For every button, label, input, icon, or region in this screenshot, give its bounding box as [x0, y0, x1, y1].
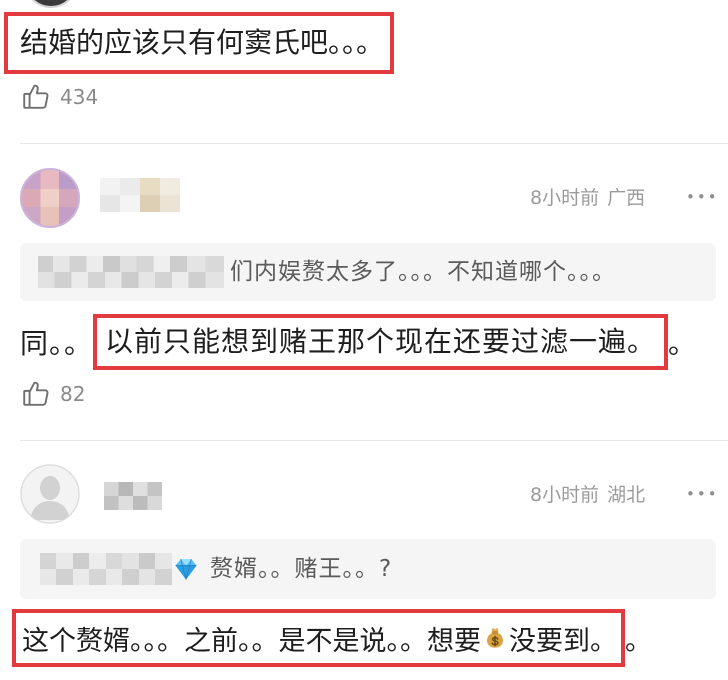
comment-meta: 8小时前 湖北: [530, 481, 645, 509]
comment-location: 湖北: [607, 484, 646, 506]
comment-item: 结婚的应该只有何窦氏吧。。。 434: [0, 0, 728, 143]
commenter-avatar[interactable]: [24, 0, 78, 8]
comment-body: 这个赘婿。。。之前。。是不是说。。想要 没要到。 。: [12, 609, 652, 667]
quoted-text: 赘婿。。赌王。。?: [210, 556, 393, 582]
comment-item: 8小时前 广西 ••• 们内娱赘太多了。。。不知道哪个。。。 同。。 以前只能想到…: [0, 144, 728, 440]
comment-text: 这个赘婿。。。之前。。是不是说。。想要: [22, 625, 481, 657]
blurred-username[interactable]: [100, 178, 180, 212]
highlighted-comment-text: 这个赘婿。。。之前。。是不是说。。想要 没要到。: [12, 609, 625, 667]
like-button[interactable]: [21, 81, 51, 111]
quoted-reply: 赘婿。。赌王。。?: [20, 539, 716, 599]
blurred-quoted-username: [38, 256, 224, 288]
comment-text: 。: [625, 625, 652, 657]
comment-text: 同。。: [20, 327, 94, 360]
comment-body: 同。。 以前只能想到赌王那个现在还要过滤一遍。 。: [20, 314, 697, 370]
comment-time: 8小时前: [530, 484, 600, 506]
blurred-username[interactable]: [104, 482, 162, 510]
more-dots-icon[interactable]: •••: [686, 480, 719, 508]
comment-location: 广西: [607, 187, 646, 209]
comment-item: 8小时前 湖北 ••• 赘婿。。赌王。。? 这个赘婿。。。之前。。是不是说。。想要…: [0, 441, 728, 680]
highlighted-comment-text: 结婚的应该只有何窦氏吧。。。: [4, 12, 395, 74]
default-avatar-icon[interactable]: [20, 464, 80, 524]
comment-text: 。: [668, 327, 698, 360]
comment-time: 8小时前: [530, 187, 600, 209]
comment-meta: 8小时前 广西: [530, 184, 645, 212]
highlighted-comment-text: 以前只能想到赌王那个现在还要过滤一遍。: [93, 314, 669, 370]
thumbs-up-icon: [23, 381, 49, 406]
like-button[interactable]: [21, 378, 51, 408]
gem-icon: [175, 558, 197, 580]
thumbs-up-icon: [23, 84, 49, 109]
blurred-avatar[interactable]: [20, 168, 80, 228]
comment-text: 没要到。: [509, 625, 617, 657]
blurred-quoted-username: [40, 553, 172, 585]
like-count: 434: [60, 85, 99, 109]
money-bag-icon: [487, 627, 503, 648]
quoted-text: 们内娱赘太多了。。。不知道哪个。。。: [230, 259, 616, 285]
more-dots-icon[interactable]: •••: [686, 183, 719, 211]
quoted-reply: 们内娱赘太多了。。。不知道哪个。。。: [20, 243, 716, 301]
comment-text: 结婚的应该只有何窦氏吧。。。: [20, 26, 385, 59]
like-count: 82: [60, 382, 86, 406]
